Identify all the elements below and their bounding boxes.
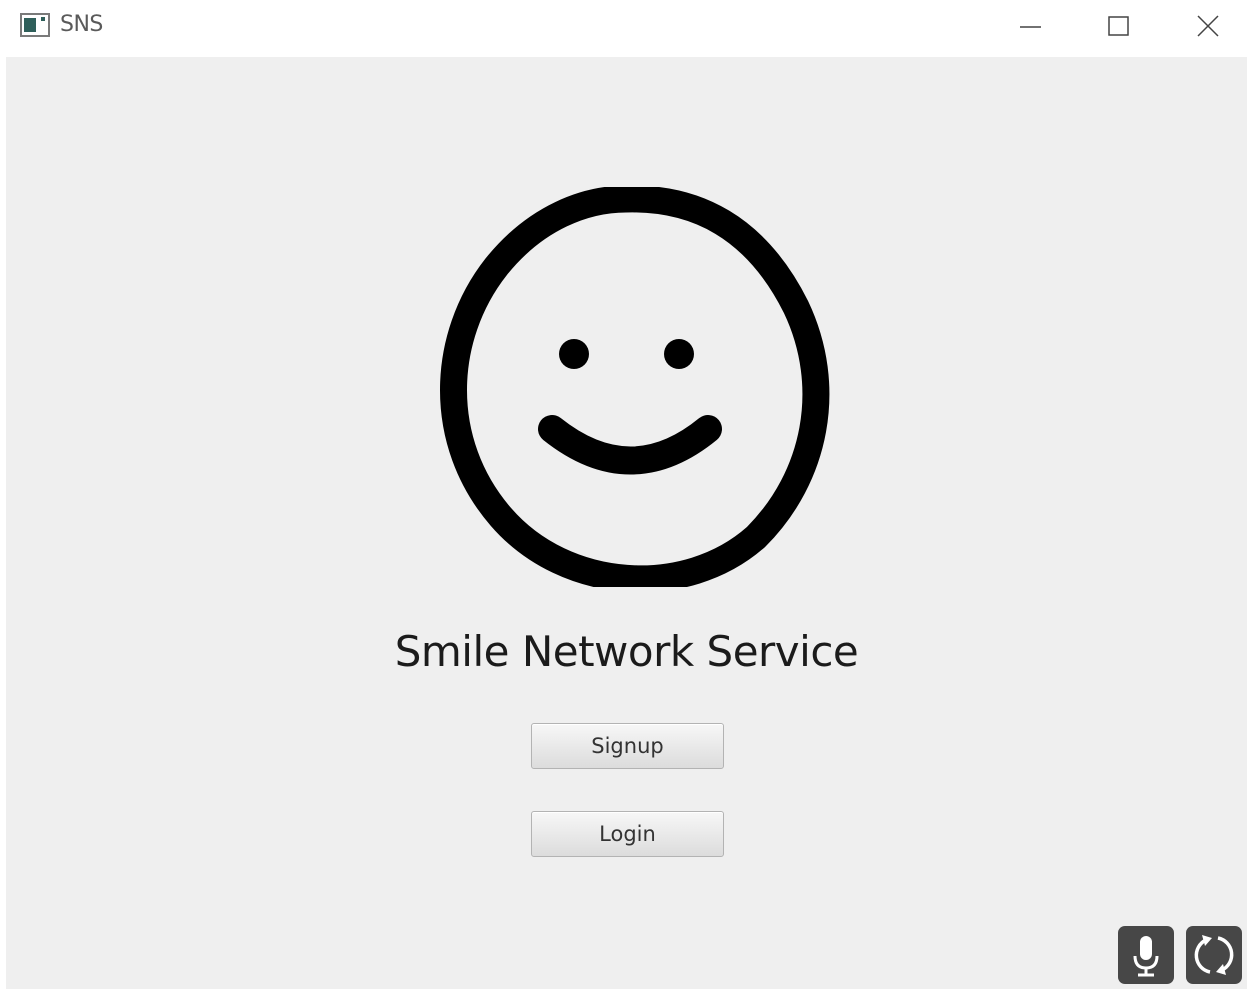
app-window-icon xyxy=(20,13,50,37)
app-heading: Smile Network Service xyxy=(394,627,859,676)
title-bar: SNS xyxy=(0,0,1253,56)
login-button[interactable]: Login xyxy=(531,811,724,857)
microphone-icon xyxy=(1133,936,1159,977)
microphone-button[interactable] xyxy=(1118,926,1174,984)
smiley-face-icon xyxy=(436,185,836,593)
main-content: Smile Network Service Signup Login xyxy=(6,57,1247,989)
minimize-button[interactable] xyxy=(1010,8,1050,44)
close-icon xyxy=(1197,15,1219,37)
signup-button[interactable]: Signup xyxy=(531,723,724,769)
window-title: SNS xyxy=(60,12,103,37)
refresh-button[interactable] xyxy=(1186,926,1242,984)
maximize-icon xyxy=(1108,16,1129,36)
refresh-icon xyxy=(1194,935,1234,975)
maximize-button[interactable] xyxy=(1098,8,1138,44)
minimize-icon xyxy=(1020,26,1041,28)
close-button[interactable] xyxy=(1188,8,1228,44)
